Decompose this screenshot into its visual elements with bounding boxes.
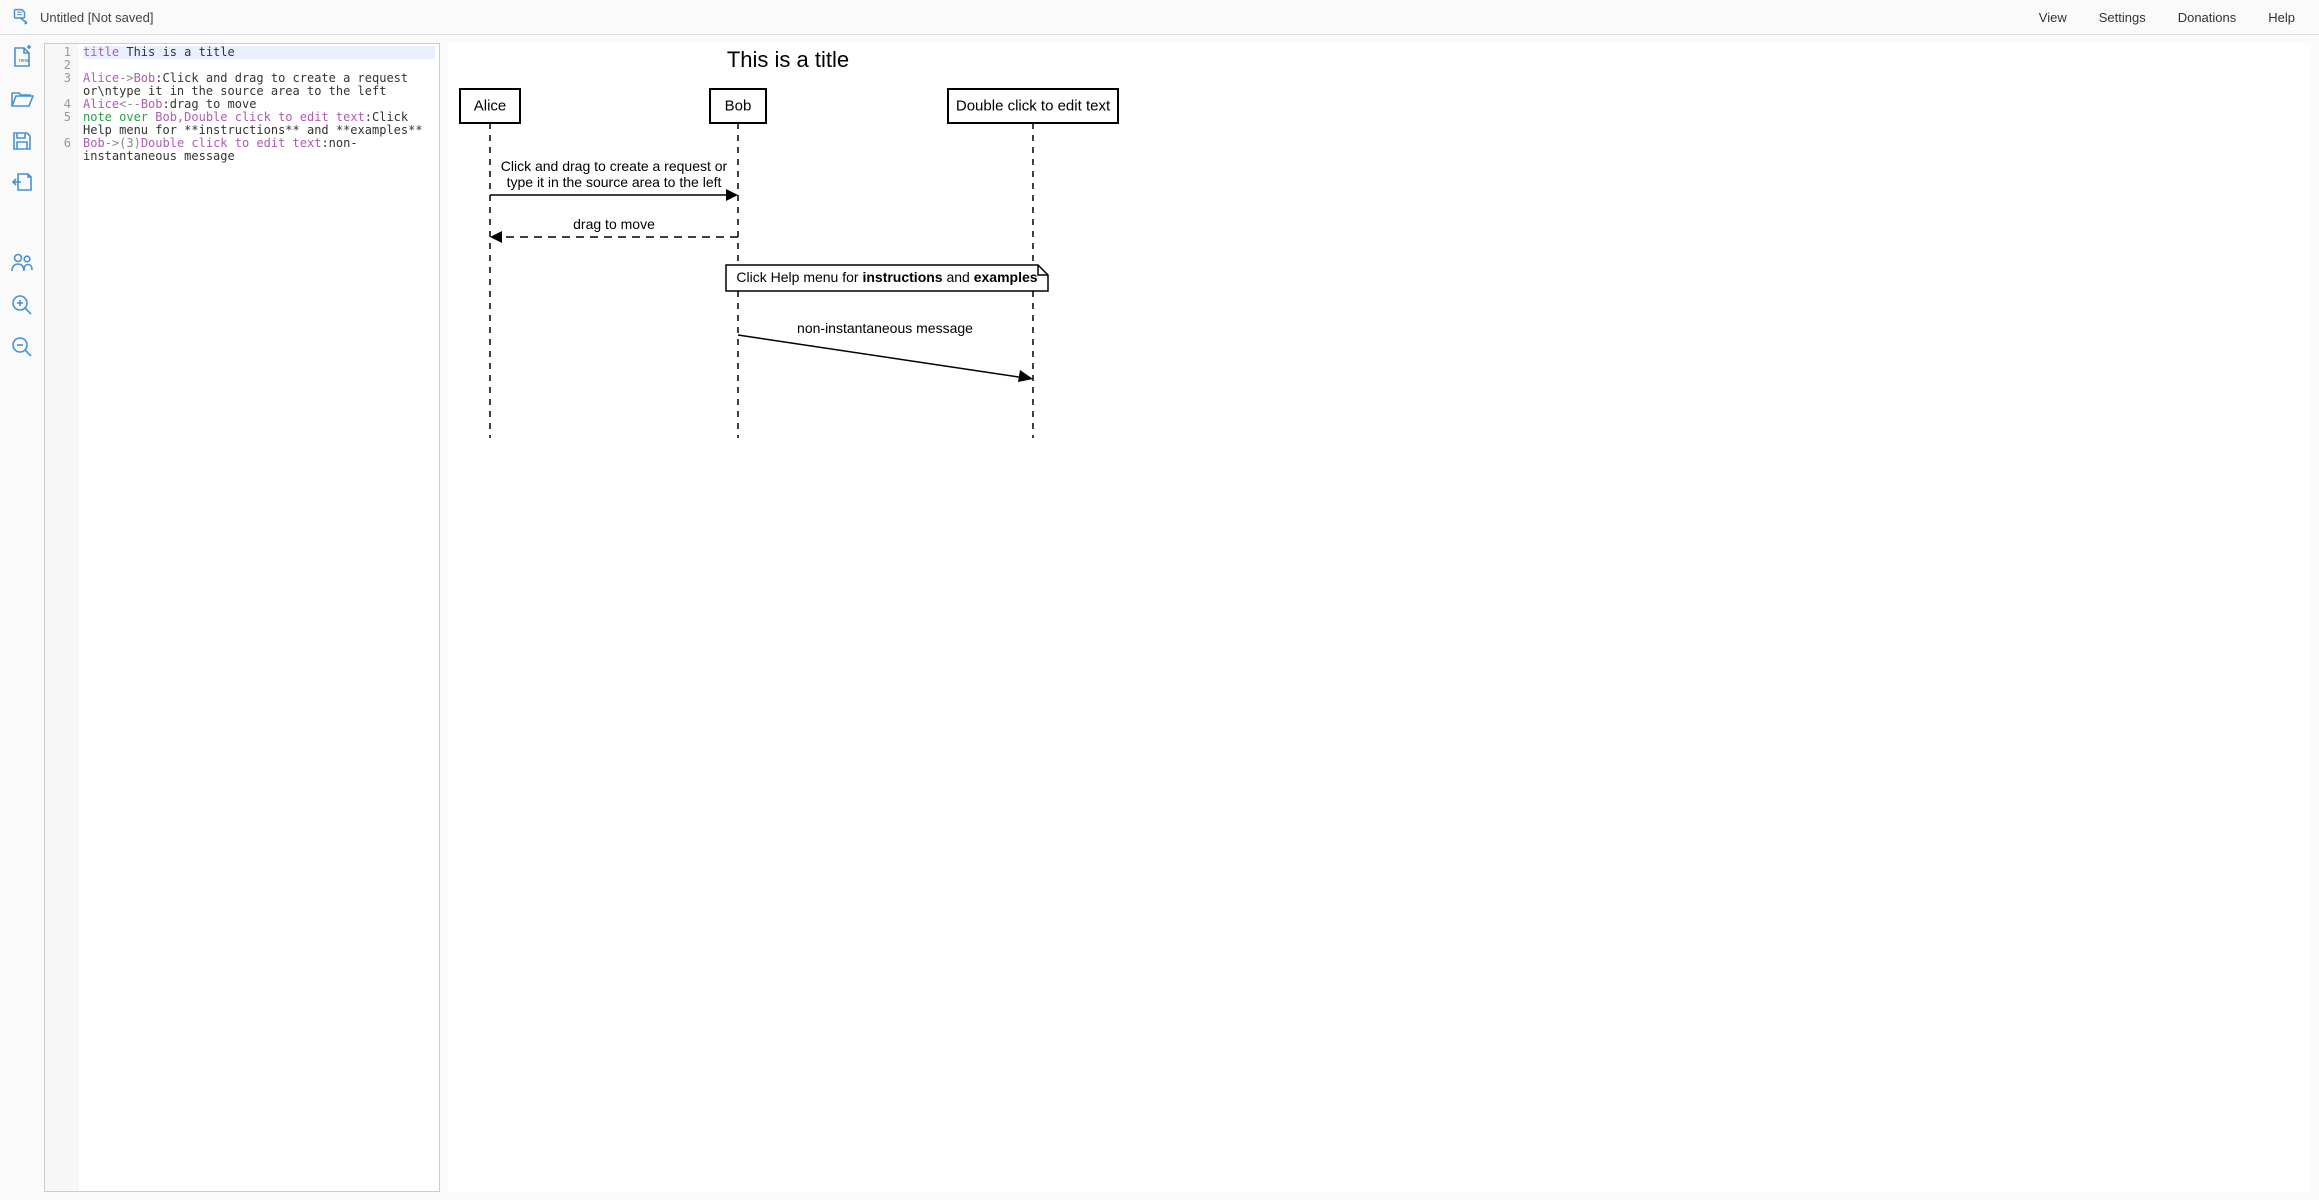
diagram-canvas[interactable]: This is a title Alice Bob Double click t… <box>448 43 2311 1192</box>
document-title[interactable]: Untitled [Not saved] <box>40 10 153 25</box>
menu-settings[interactable]: Settings <box>2099 10 2146 25</box>
open-folder-icon[interactable] <box>10 87 34 111</box>
line-number: 6 <box>45 137 71 163</box>
line-number: 3 <box>45 72 71 98</box>
zoom-out-icon[interactable] <box>10 335 34 359</box>
top-bar: Untitled [Not saved] View Settings Donat… <box>0 0 2319 35</box>
participants-icon[interactable] <box>10 251 34 275</box>
svg-text:Alice: Alice <box>474 98 507 115</box>
menu-help[interactable]: Help <box>2268 10 2295 25</box>
line-number: 5 <box>45 111 71 137</box>
svg-text:non-instantaneous message: non-instantaneous message <box>797 320 973 336</box>
new-file-icon[interactable]: new <box>10 45 34 69</box>
left-toolbar: new <box>0 35 44 1200</box>
code-line[interactable]: title This is a title <box>83 46 435 59</box>
message-click-drag[interactable]: Click and drag to create a request or ty… <box>490 158 738 201</box>
code-line[interactable]: Alice->Bob:Click and drag to create a re… <box>83 72 435 98</box>
zoom-in-icon[interactable] <box>10 293 34 317</box>
sequence-diagram[interactable]: This is a title Alice Bob Double click t… <box>448 43 1128 443</box>
svg-text:Double click to edit text: Double click to edit text <box>956 98 1111 115</box>
topbar-menu: View Settings Donations Help <box>2039 10 2307 25</box>
svg-text:Bob: Bob <box>725 98 752 115</box>
svg-text:type it in the source area to: type it in the source area to the left <box>507 174 722 190</box>
svg-text:drag to move: drag to move <box>573 216 655 232</box>
code-line[interactable]: note over Bob,Double click to edit text:… <box>83 111 435 137</box>
topbar-left: Untitled [Not saved] <box>12 8 153 26</box>
editor-code[interactable]: title This is a title Alice->Bob:Click a… <box>79 44 439 1191</box>
participant-bob[interactable]: Bob <box>710 89 766 123</box>
source-editor[interactable]: 1 2 3 4 5 6 title This is a title Alice-… <box>44 43 440 1192</box>
menu-donations[interactable]: Donations <box>2178 10 2237 25</box>
participant-alice[interactable]: Alice <box>460 89 520 123</box>
svg-text:new: new <box>19 58 29 64</box>
note-instructions[interactable]: Click Help menu for instructions and exa… <box>726 265 1048 291</box>
message-non-instantaneous[interactable]: non-instantaneous message <box>738 320 1033 382</box>
participant-double-click[interactable]: Double click to edit text <box>948 89 1118 123</box>
app-logo-icon <box>12 8 32 26</box>
diagram-title[interactable]: This is a title <box>727 47 849 72</box>
menu-view[interactable]: View <box>2039 10 2067 25</box>
editor-gutter: 1 2 3 4 5 6 <box>45 44 79 1191</box>
svg-text:Click and drag to create a req: Click and drag to create a request or <box>501 158 728 174</box>
svg-text:Click Help menu for instructio: Click Help menu for instructions and exa… <box>736 269 1037 285</box>
export-icon[interactable] <box>10 171 34 195</box>
main-area: new 1 2 3 4 5 6 title This is a <box>0 35 2319 1200</box>
message-drag-to-move[interactable]: drag to move <box>490 216 738 243</box>
code-line[interactable]: Bob->(3)Double click to edit text:non-in… <box>83 137 435 163</box>
save-icon[interactable] <box>10 129 34 153</box>
